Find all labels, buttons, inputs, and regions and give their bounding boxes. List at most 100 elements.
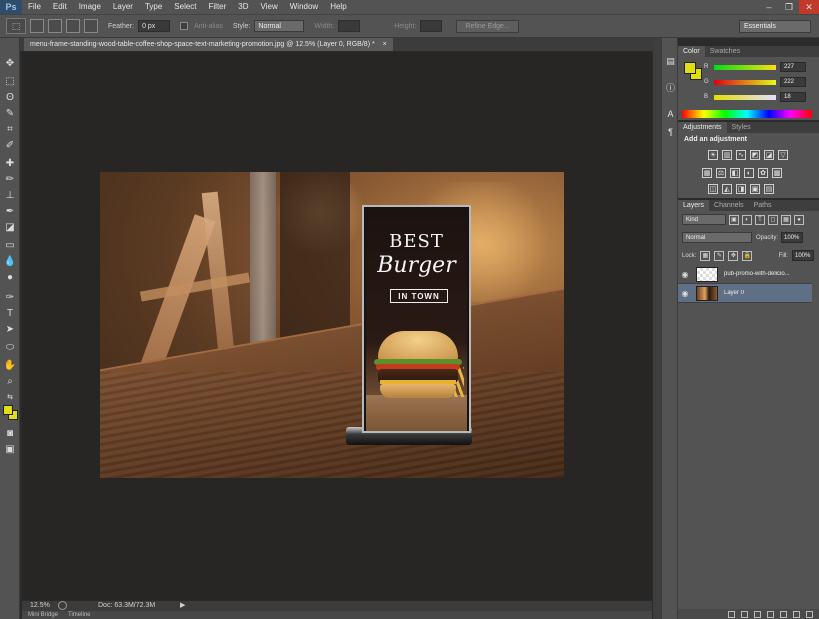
clone-stamp-tool-icon[interactable]: ⊥ [3, 188, 17, 202]
menu-filter[interactable]: Filter [203, 0, 233, 14]
delete-layer-icon[interactable] [806, 610, 813, 618]
menu-edit[interactable]: Edit [47, 0, 73, 14]
red-value[interactable]: 227 [780, 62, 806, 72]
menu-window[interactable]: Window [284, 0, 324, 14]
status-menu-arrow-icon[interactable]: ▶ [180, 601, 185, 609]
add-to-selection-icon[interactable] [48, 19, 62, 33]
posterize-icon[interactable]: ◭ [722, 184, 732, 194]
lock-transparent-icon[interactable]: ▦ [700, 250, 711, 261]
tab-timeline[interactable]: Timeline [68, 611, 90, 619]
restore-button[interactable]: ❐ [779, 0, 799, 14]
height-input[interactable] [420, 20, 443, 32]
hue-saturation-icon[interactable]: ▦ [702, 168, 712, 178]
ellipse-tool-icon[interactable]: ⬭ [3, 340, 17, 354]
tab-adjustments[interactable]: Adjustments [678, 122, 727, 133]
menu-type[interactable]: Type [139, 0, 168, 14]
menu-image[interactable]: Image [73, 0, 107, 14]
opacity-input[interactable]: 100% [781, 232, 804, 243]
menu-help[interactable]: Help [324, 0, 352, 14]
gradient-map-icon[interactable]: ◪ [764, 150, 774, 160]
layer-row-selected[interactable]: ◉ Layer 0 [678, 284, 812, 303]
new-adjustment-layer-icon[interactable] [767, 610, 774, 618]
filter-toggle-icon[interactable]: ● [794, 214, 804, 225]
black-white-icon[interactable]: ◧ [730, 168, 740, 178]
color-lookup-icon[interactable]: ▩ [772, 168, 782, 178]
move-tool-icon[interactable]: ✥ [3, 56, 17, 70]
visibility-eye-icon[interactable]: ◉ [678, 270, 692, 279]
marquee-tool-icon[interactable]: ⬚ [3, 74, 17, 88]
tab-styles[interactable]: Styles [727, 122, 756, 133]
zoom-tool-icon[interactable]: ⌕ [3, 374, 17, 388]
channel-mixer-icon[interactable]: ✿ [758, 168, 768, 178]
zoom-level[interactable]: 12.5% [30, 602, 50, 609]
document-canvas-image[interactable]: BEST Burger IN TOWN [100, 172, 564, 478]
intersect-selection-icon[interactable] [84, 19, 98, 33]
menu-3d[interactable]: 3D [232, 0, 254, 14]
type-tool-icon[interactable]: T [3, 306, 17, 320]
brush-tool-icon[interactable]: ✏ [3, 172, 17, 186]
gradient-map-alt-icon[interactable]: ▤ [764, 184, 774, 194]
lock-position-icon[interactable]: ✥ [728, 250, 739, 261]
blue-slider[interactable] [714, 94, 776, 100]
blue-value[interactable]: 18 [780, 92, 806, 102]
layer-row[interactable]: ◉ pub-promo-with-delicio... [678, 265, 812, 284]
vibrance-icon[interactable]: ▽ [778, 150, 788, 160]
red-slider[interactable] [714, 64, 776, 70]
smart-object-filter-icon[interactable]: ▦ [781, 214, 791, 225]
add-layer-style-icon[interactable] [741, 610, 748, 618]
status-icon[interactable] [58, 601, 67, 610]
screen-mode-icon[interactable]: ▣ [3, 442, 17, 456]
workspace-switcher[interactable]: Essentials [739, 20, 811, 33]
history-icon[interactable]: ▤ [665, 56, 676, 67]
minimize-button[interactable]: – [759, 0, 779, 14]
adjustment-filter-icon[interactable]: ◐ [742, 214, 752, 225]
subtract-from-selection-icon[interactable] [66, 19, 80, 33]
green-slider[interactable] [714, 79, 776, 85]
pixel-filter-icon[interactable]: ▣ [729, 214, 739, 225]
levels-icon[interactable]: ▥ [722, 150, 732, 160]
foreground-color-swatch[interactable] [3, 405, 13, 415]
tab-mini-bridge[interactable]: Mini Bridge [28, 611, 58, 619]
blur-tool-icon[interactable]: 💧 [3, 254, 17, 268]
document-tab[interactable]: menu-frame-standing-wood-table-coffee-sh… [24, 38, 393, 51]
crop-tool-icon[interactable]: ⌗ [3, 122, 17, 136]
shape-filter-icon[interactable]: ◻ [768, 214, 778, 225]
exposure-icon[interactable]: ◩ [750, 150, 760, 160]
hand-tool-icon[interactable]: ✋ [3, 358, 17, 372]
layer-kind-filter[interactable]: Kind [682, 214, 726, 225]
width-input[interactable] [338, 20, 361, 32]
menu-view[interactable]: View [255, 0, 284, 14]
pen-tool-icon[interactable]: ✑ [3, 290, 17, 304]
add-mask-icon[interactable] [754, 610, 761, 618]
lock-all-icon[interactable]: 🔒 [742, 250, 753, 261]
tab-color[interactable]: Color [678, 46, 705, 57]
path-selection-tool-icon[interactable]: ➤ [3, 322, 17, 336]
document-tab-close-icon[interactable]: × [383, 41, 387, 48]
fill-input[interactable]: 100% [792, 250, 814, 261]
selective-color-icon[interactable]: ▣ [750, 184, 760, 194]
close-button[interactable]: ✕ [799, 0, 819, 14]
menu-file[interactable]: File [22, 0, 47, 14]
green-value[interactable]: 222 [780, 77, 806, 87]
new-group-icon[interactable] [780, 610, 787, 618]
visibility-eye-icon[interactable]: ◉ [678, 289, 692, 298]
quick-select-tool-icon[interactable]: ✎ [3, 106, 17, 120]
new-selection-icon[interactable] [30, 19, 44, 33]
tab-swatches[interactable]: Swatches [705, 46, 745, 57]
tool-preset-picker[interactable]: ⬚ [6, 18, 26, 34]
new-layer-icon[interactable] [793, 610, 800, 618]
style-select[interactable]: Normal [254, 20, 305, 32]
dodge-tool-icon[interactable]: ● [3, 270, 17, 284]
vertical-scrollbar[interactable] [653, 38, 661, 619]
photo-filter-icon[interactable]: ◐ [744, 168, 754, 178]
quick-mask-icon[interactable]: ◙ [3, 426, 17, 440]
tab-layers[interactable]: Layers [678, 200, 710, 211]
color-panel-foreground-swatch[interactable] [684, 62, 696, 74]
swap-colors-icon[interactable]: ⇆ [3, 390, 17, 404]
curves-icon[interactable]: ∿ [736, 150, 746, 160]
character-icon[interactable]: A [665, 108, 676, 119]
color-balance-icon[interactable]: ⚖ [716, 168, 726, 178]
paragraph-icon[interactable]: ¶ [665, 126, 676, 137]
lock-image-icon[interactable]: ✎ [714, 250, 725, 261]
eraser-tool-icon[interactable]: ◪ [3, 220, 17, 234]
